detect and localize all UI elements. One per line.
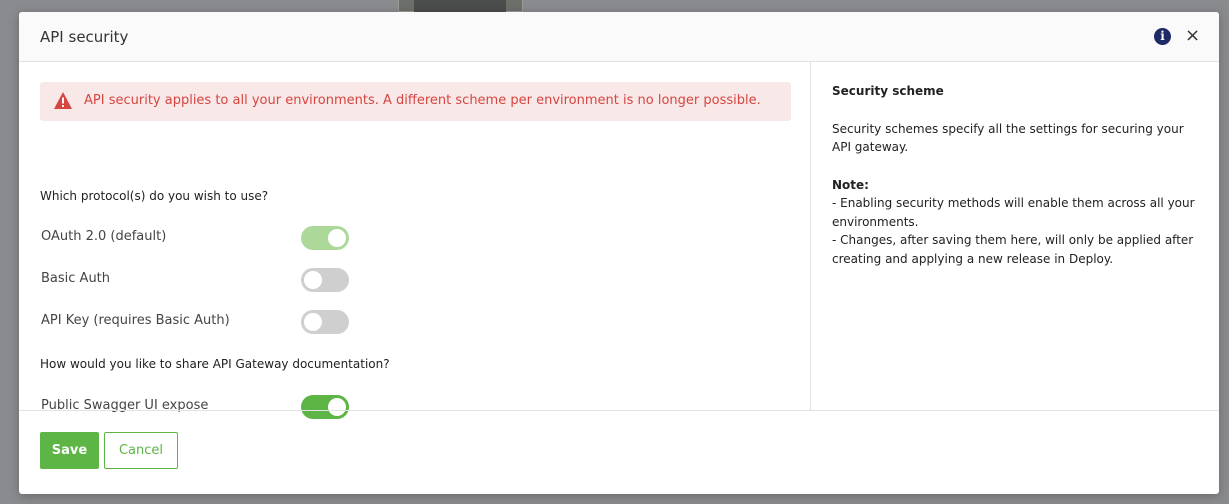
basic-auth-toggle[interactable] [301, 268, 349, 292]
oauth-toggle[interactable] [301, 226, 349, 250]
help-note-line-1: - Enabling security methods will enable … [832, 196, 1195, 229]
api-security-modal: API security i × API security applies to… [19, 12, 1219, 494]
protocol-question: Which protocol(s) do you wish to use? [40, 189, 269, 203]
oauth-label: OAuth 2.0 (default) [41, 229, 167, 244]
environment-warning-alert: API security applies to all your environ… [40, 82, 791, 121]
toggle-knob [328, 229, 346, 247]
cancel-button[interactable]: Cancel [104, 432, 178, 469]
settings-pane: API security applies to all your environ… [19, 62, 811, 419]
api-key-label: API Key (requires Basic Auth) [41, 313, 230, 328]
alert-message: API security applies to all your environ… [84, 93, 761, 108]
save-button[interactable]: Save [40, 432, 99, 469]
help-description: Security schemes specify all the setting… [832, 121, 1184, 155]
modal-title: API security [40, 28, 129, 46]
help-pane: Security scheme Security schemes specify… [811, 62, 1219, 410]
documentation-question: How would you like to share API Gateway … [40, 357, 390, 371]
help-note-line-2: - Changes, after saving them here, will … [832, 233, 1194, 266]
modal-header: API security i × [19, 12, 1219, 62]
api-key-toggle[interactable] [301, 310, 349, 334]
toggle-knob [304, 313, 322, 331]
help-note-title: Note: [832, 177, 869, 192]
close-icon[interactable]: × [1185, 25, 1200, 47]
toggle-knob [304, 271, 322, 289]
modal-footer: Save Cancel [19, 410, 1219, 494]
help-title: Security scheme [832, 84, 944, 98]
background-tab-inner [414, 0, 506, 12]
warning-triangle-icon [54, 92, 72, 109]
info-icon[interactable]: i [1154, 28, 1171, 45]
basic-auth-label: Basic Auth [41, 271, 111, 286]
